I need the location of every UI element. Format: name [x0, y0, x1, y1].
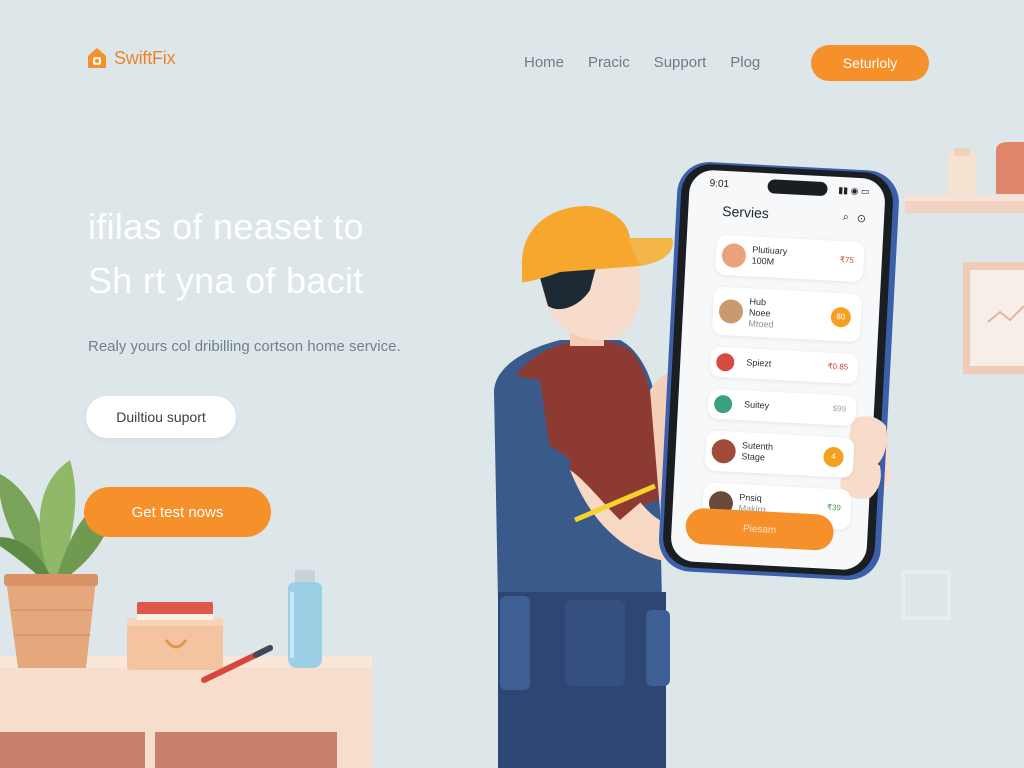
search-icon[interactable]: ⌕ — [842, 211, 849, 224]
wall-outlet — [901, 570, 951, 620]
settings-icon[interactable]: ⊙ — [856, 212, 866, 225]
service-sub: Stage — [741, 451, 766, 463]
phone-header-icons: ⌕ ⊙ — [842, 211, 866, 225]
get-started-button[interactable]: Get test nows — [84, 487, 271, 537]
list-item[interactable]: Sutenth Stage 4 — [704, 430, 855, 479]
nav-item-home[interactable]: Home — [524, 54, 564, 71]
brand-name: SwiftFix — [114, 47, 176, 68]
list-item[interactable]: Suitey $99 — [707, 388, 857, 427]
service-price: ₹39 — [826, 502, 842, 513]
brand-logo[interactable]: SwiftFix — [86, 46, 176, 70]
phone-status-time: 9:01 — [709, 178, 730, 191]
service-name: Spiezt — [746, 357, 772, 369]
service-name: Suitey — [743, 399, 770, 411]
header-cta-button[interactable]: Seturloly — [811, 45, 929, 81]
desk — [0, 656, 372, 768]
avatar — [711, 438, 737, 464]
service-name: Sutenth Stage — [741, 440, 773, 464]
service-name-text: Hub — [749, 296, 767, 308]
service-name: Plutiuary 100M — [751, 244, 787, 268]
hero-title-line-2: Sh rt yna of bacit — [88, 260, 364, 301]
service-badge[interactable]: 80 — [830, 306, 852, 328]
avatar — [718, 298, 744, 325]
main-nav: Home Pracic Support Plog — [524, 54, 760, 71]
service-name: Hub Noee Mtoed — [748, 296, 775, 330]
service-sub-2: Mtoed — [748, 318, 774, 330]
wall-frame — [963, 262, 1024, 374]
support-button[interactable]: Duiltiou suport — [86, 396, 236, 438]
hero-subtitle: Realy yours col dribilling cortson home … — [88, 338, 401, 355]
phone-screen: 9:01 ▮▮ ◉ ▭ Servies ⌕ ⊙ Plutiuary 100M ₹… — [670, 167, 886, 573]
phone-title: Servies — [721, 202, 770, 222]
hero-title-line-1: ifilas of neaset to — [88, 206, 364, 247]
service-name-text: Pnsiq — [739, 492, 763, 504]
service-price: ₹0.85 — [827, 361, 849, 372]
list-item[interactable]: Plutiuary 100M ₹75 — [714, 234, 865, 283]
nav-item-practice[interactable]: Pracic — [588, 54, 630, 71]
phone-status-icons: ▮▮ ◉ ▭ — [837, 184, 870, 197]
avatar — [713, 394, 733, 414]
service-price: ₹75 — [839, 255, 855, 265]
service-badge[interactable]: 4 — [823, 446, 845, 468]
house-icon — [86, 46, 108, 70]
books — [127, 602, 223, 670]
service-sub: Noee — [748, 307, 771, 319]
service-price: $99 — [832, 403, 847, 414]
nav-item-blog[interactable]: Plog — [730, 54, 760, 71]
service-name-text: Plutiuary — [752, 244, 788, 257]
service-sub: 100M — [751, 255, 775, 267]
phone-cta-button[interactable]: Piesam — [684, 507, 835, 552]
wall-shelf — [905, 142, 1024, 213]
service-name-text: Sutenth — [741, 440, 774, 452]
water-bottle — [288, 570, 322, 668]
nav-item-support[interactable]: Support — [654, 54, 707, 71]
hero-title: ifilas of neaset to Sh rt yna of bacit — [88, 200, 508, 308]
list-item[interactable]: Spiezt ₹0.85 — [709, 346, 859, 385]
list-item[interactable]: Hub Noee Mtoed 80 — [711, 286, 863, 343]
avatar — [715, 352, 735, 372]
avatar — [721, 242, 747, 269]
service-list: Plutiuary 100M ₹75 Hub Noee Mtoed 80 Spi… — [701, 234, 865, 542]
